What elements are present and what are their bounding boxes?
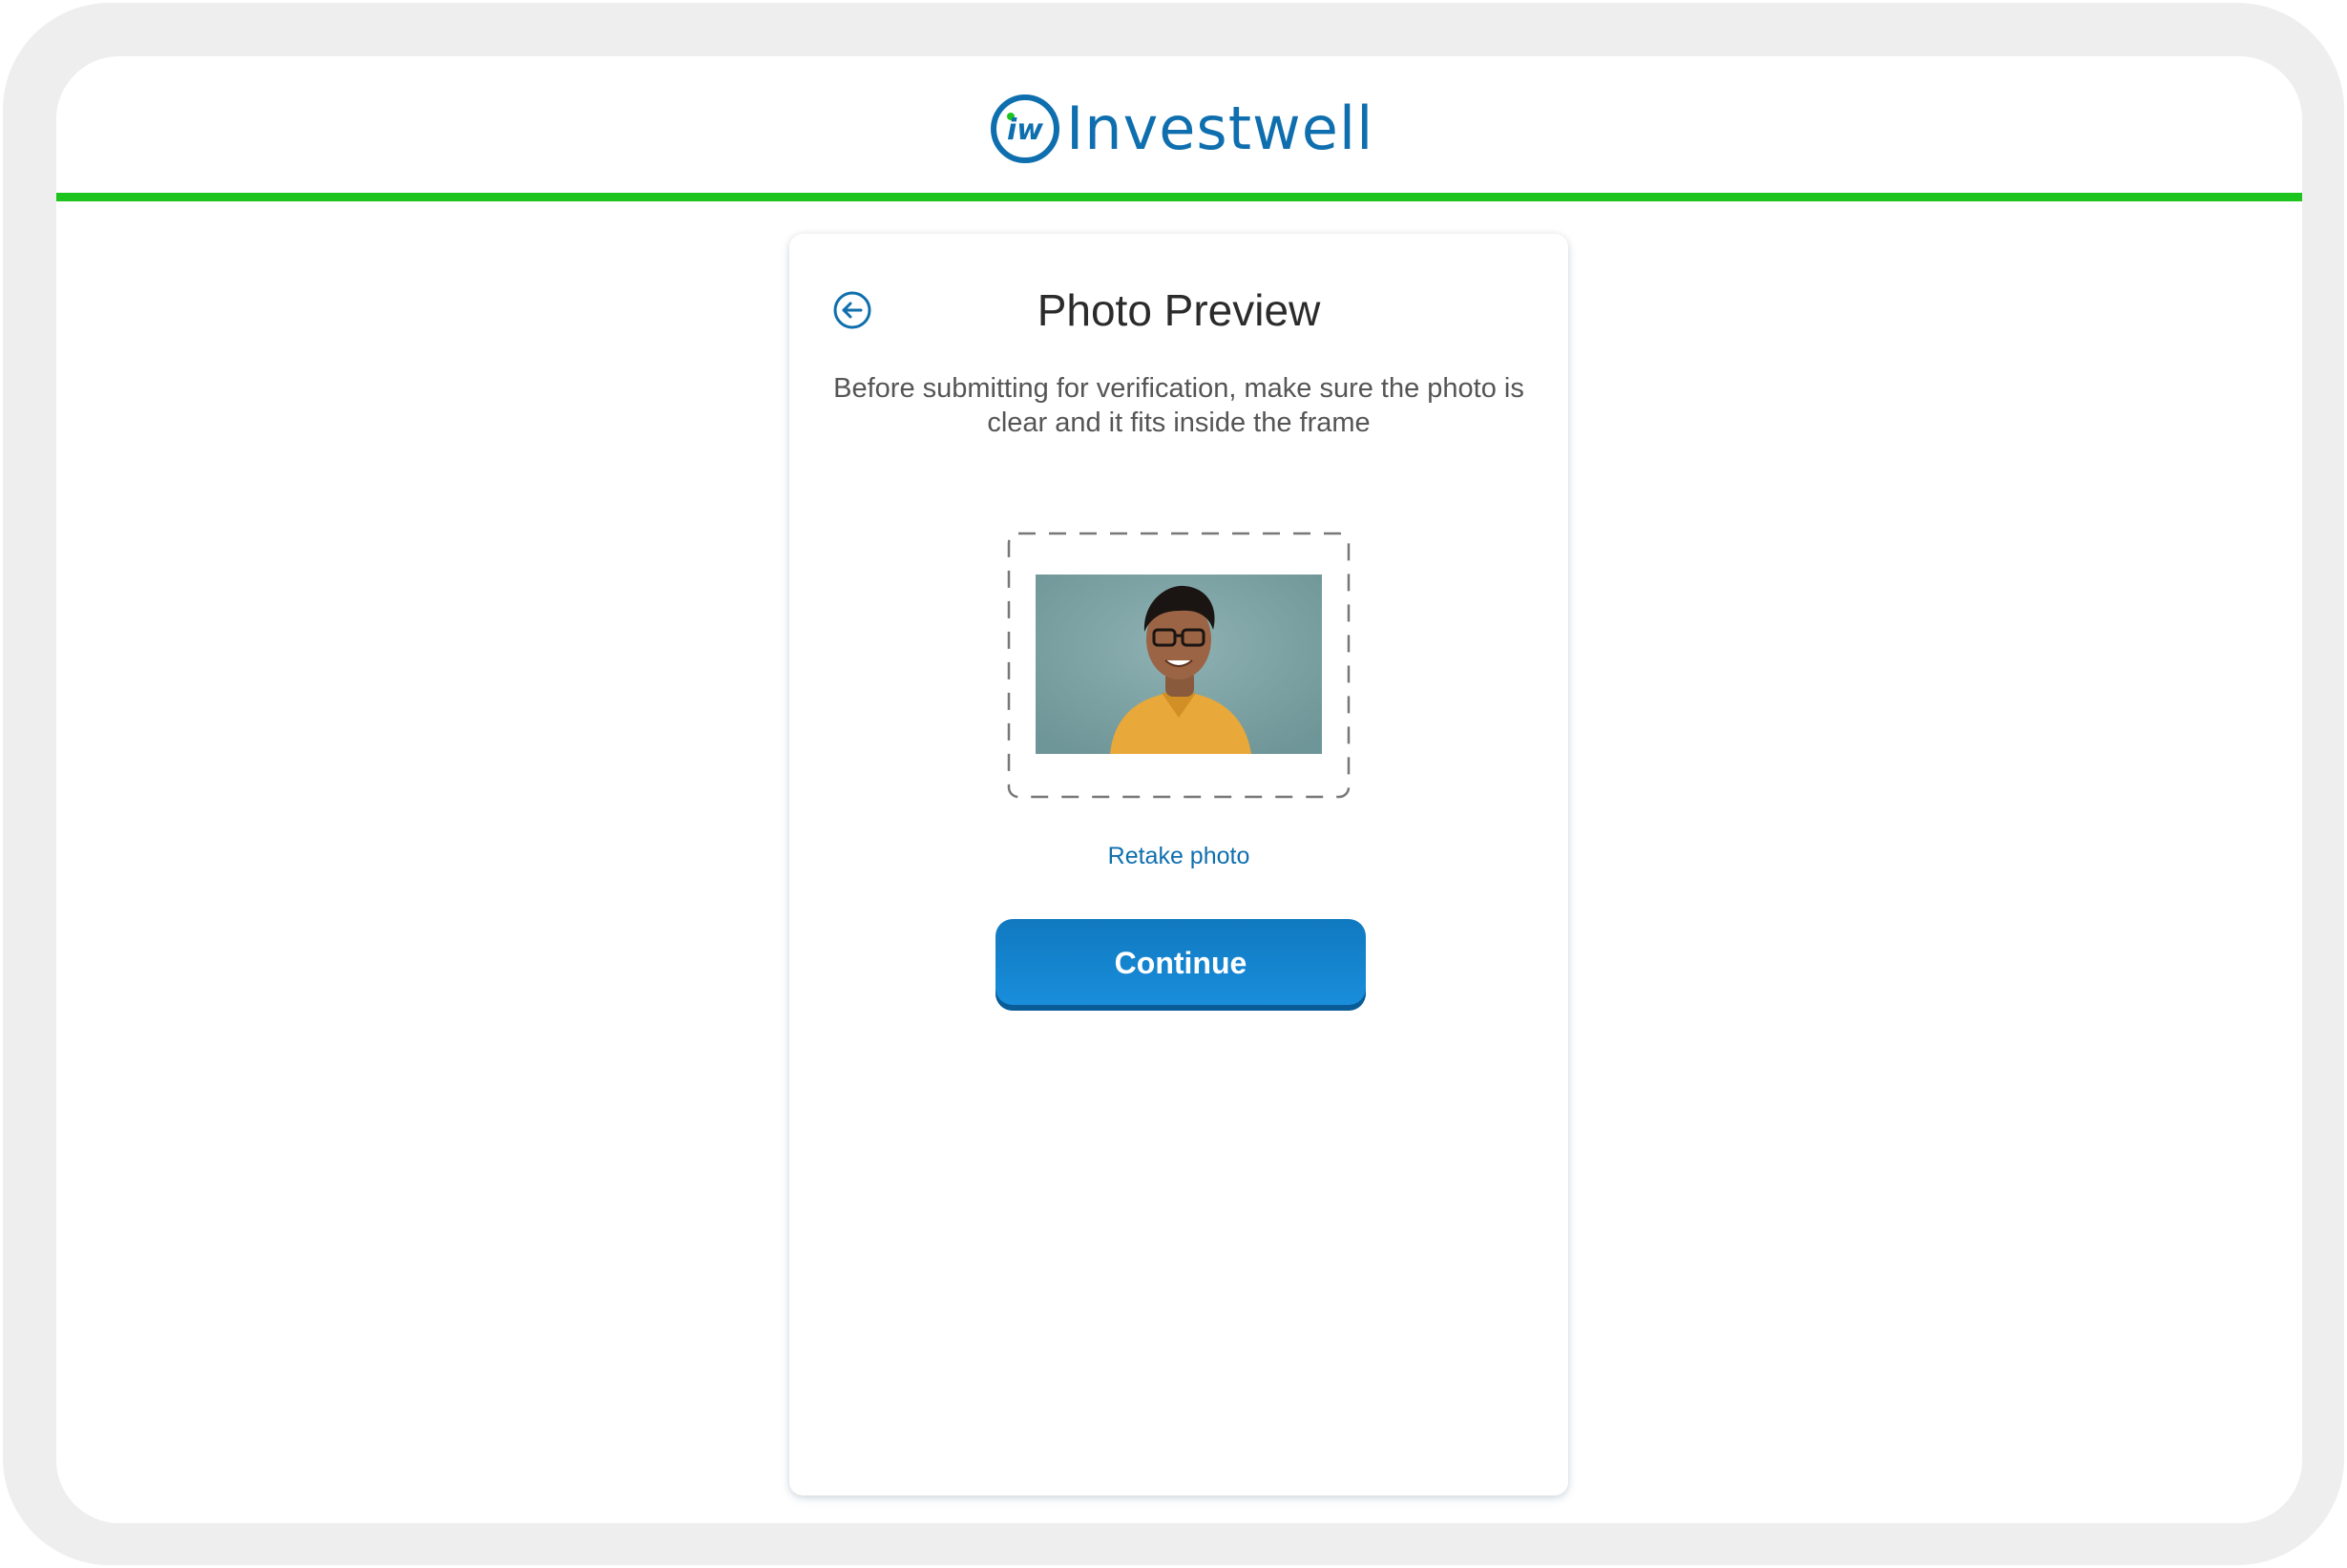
captured-photo (1036, 575, 1322, 754)
photo-frame (1007, 532, 1351, 799)
app-screen: iw Investwell Photo Preview Before submi… (56, 56, 2302, 1523)
page-title: Photo Preview (1037, 285, 1321, 335)
photo-preview-card: Photo Preview Before submitting for veri… (789, 234, 1568, 1495)
retake-photo-link[interactable]: Retake photo (789, 843, 1568, 870)
device-frame: iw Investwell Photo Preview Before submi… (3, 3, 2344, 1565)
continue-button[interactable]: Continue (995, 919, 1366, 1011)
brand-name: Investwell (1066, 94, 1374, 163)
logo-monogram: iw (1007, 114, 1043, 147)
header-accent-line (56, 193, 2302, 201)
app-header: iw Investwell (56, 56, 2302, 193)
brand-logo: iw Investwell (990, 91, 1373, 167)
investwell-logo-icon: iw (991, 94, 1059, 163)
instruction-text: Before submitting for verification, make… (833, 373, 1524, 438)
